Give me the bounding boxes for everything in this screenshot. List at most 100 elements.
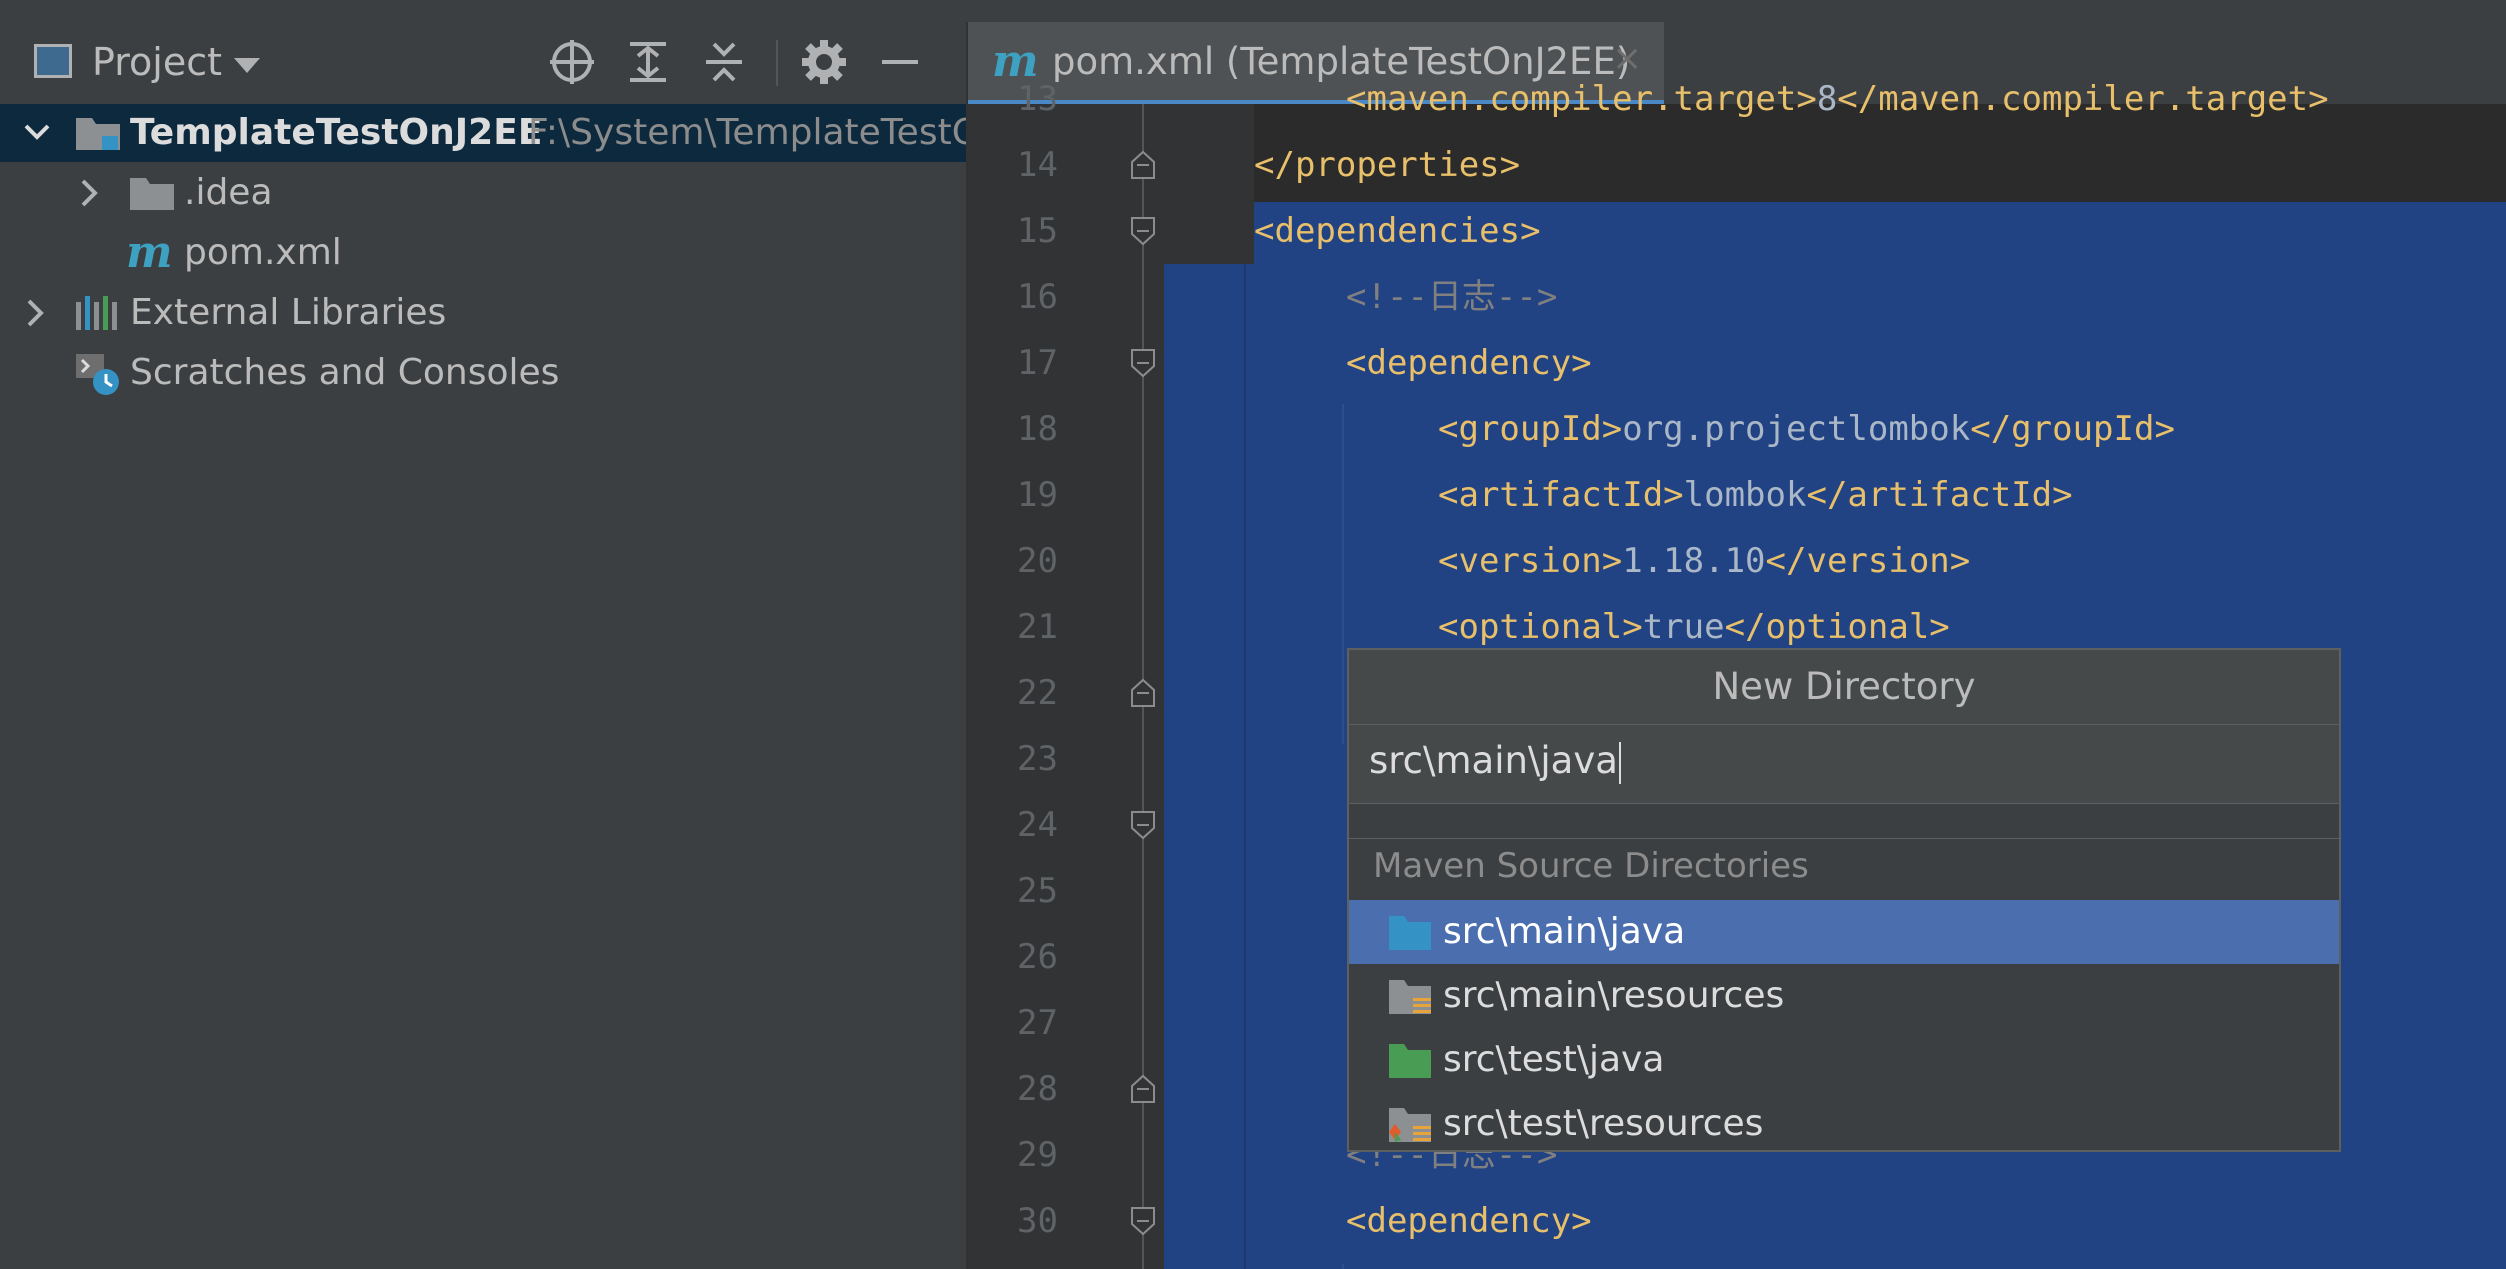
tree-item-label: pom.xml bbox=[184, 232, 342, 273]
xml-text: true bbox=[1642, 607, 1725, 647]
tree-item-label: External Libraries bbox=[130, 292, 447, 333]
line-number: 15 bbox=[1017, 211, 1058, 251]
editor-margin bbox=[1164, 104, 1254, 264]
code-line: <dependency> bbox=[1346, 330, 2506, 396]
code-line: <groupId>org.projectlombok</groupId> bbox=[1438, 396, 2506, 462]
popup-title: New Directory bbox=[1349, 650, 2339, 725]
line-number: 25 bbox=[1017, 871, 1058, 911]
gear-icon[interactable] bbox=[800, 38, 848, 86]
suggestion-src-test-resources[interactable]: src\test\resources bbox=[1349, 1092, 2339, 1156]
fold-marker-icon[interactable] bbox=[1130, 1074, 1156, 1104]
fold-marker-icon[interactable] bbox=[1130, 216, 1156, 246]
libraries-icon bbox=[76, 296, 117, 330]
line-number: 14 bbox=[1017, 145, 1058, 185]
code-line: <maven.compiler.target>8</maven.compiler… bbox=[1346, 66, 2506, 132]
line-number: 18 bbox=[1017, 409, 1058, 449]
code-line: <dependencies> bbox=[1254, 198, 2506, 264]
line-number: 28 bbox=[1017, 1069, 1058, 1109]
tree-item-scratches[interactable]: Scratches and Consoles bbox=[0, 344, 966, 402]
suggestion-src-main-java[interactable]: src\main\java bbox=[1349, 900, 2339, 964]
fold-marker-icon[interactable] bbox=[1130, 810, 1156, 840]
text-caret bbox=[1618, 741, 1621, 784]
fold-marker-icon[interactable] bbox=[1130, 348, 1156, 378]
fold-marker-icon[interactable] bbox=[1130, 150, 1156, 180]
xml-tag: <groupId> bbox=[1438, 409, 1623, 449]
code-line: <artifactId>lombok</artifactId> bbox=[1438, 462, 2506, 528]
suggestion-label: src\main\resources bbox=[1443, 975, 1785, 1016]
xml-tag: <maven.compiler.target> bbox=[1346, 79, 1817, 119]
xml-tag: </artifactId> bbox=[1806, 475, 2073, 515]
suggestion-label: src\main\java bbox=[1443, 911, 1686, 952]
locate-file-icon[interactable] bbox=[548, 38, 596, 86]
xml-text: 8 bbox=[1816, 79, 1838, 119]
tree-item-pom[interactable]: m pom.xml bbox=[0, 224, 966, 282]
fold-marker-icon[interactable] bbox=[1130, 678, 1156, 708]
line-number: 27 bbox=[1017, 1003, 1058, 1043]
test-resources-folder-icon bbox=[1389, 1108, 1431, 1142]
directory-name-input[interactable]: src\main\java bbox=[1349, 724, 2339, 804]
code-comment: <!--日志--> bbox=[1346, 277, 1558, 317]
tree-item-path: F:\System\TemplateTestC bbox=[528, 112, 966, 153]
tree-item-label: Scratches and Consoles bbox=[130, 352, 560, 393]
line-number: 21 bbox=[1017, 607, 1058, 647]
xml-text: org.projectlombok bbox=[1622, 409, 1971, 449]
suggestion-src-main-resources[interactable]: src\main\resources bbox=[1349, 964, 2339, 1028]
xml-text: lombok bbox=[1683, 475, 1807, 515]
project-tool-window: Project TemplateTestOnJ2EE F:\System\Tem… bbox=[0, 22, 968, 1269]
new-directory-popup: New Directory src\main\java Maven Source… bbox=[1347, 648, 2341, 1152]
project-view-title[interactable]: Project bbox=[92, 40, 222, 84]
code-line: <version>1.18.10</version> bbox=[1438, 528, 2506, 594]
code-line: <!--日志--> bbox=[1346, 264, 2506, 330]
project-window-icon bbox=[34, 44, 72, 78]
tree-item-external-libraries[interactable]: External Libraries bbox=[0, 284, 966, 342]
collapse-all-icon[interactable] bbox=[700, 38, 748, 86]
chevron-down-icon[interactable] bbox=[22, 104, 52, 162]
view-dropdown-icon[interactable] bbox=[234, 58, 260, 73]
indent-guide bbox=[1342, 1264, 1344, 1269]
suggestion-label: src\test\resources bbox=[1443, 1103, 1764, 1144]
xml-tag: </optional> bbox=[1724, 607, 1950, 647]
folder-icon bbox=[130, 178, 174, 210]
chevron-right-icon[interactable] bbox=[74, 164, 104, 222]
maven-icon: m bbox=[126, 227, 173, 278]
suggestion-label: src\test\java bbox=[1443, 1039, 1665, 1080]
xml-tag: <dependency> bbox=[1346, 343, 1592, 383]
code-line: <dependency> bbox=[1346, 1188, 2506, 1254]
expand-all-icon[interactable] bbox=[624, 38, 672, 86]
toolbar-divider bbox=[776, 40, 778, 86]
top-strip bbox=[0, 0, 2506, 23]
tree-item-label: TemplateTestOnJ2EE bbox=[130, 112, 543, 153]
resources-folder-icon bbox=[1389, 980, 1431, 1014]
code-line: </properties> bbox=[1254, 132, 2506, 198]
line-number: 30 bbox=[1017, 1201, 1058, 1241]
line-number: 16 bbox=[1017, 277, 1058, 317]
line-number: 13 bbox=[1017, 79, 1058, 119]
xml-tag: </version> bbox=[1765, 541, 1971, 581]
test-folder-icon bbox=[1389, 1044, 1431, 1078]
suggestion-group-label: Maven Source Directories bbox=[1373, 846, 1809, 886]
line-number: 17 bbox=[1017, 343, 1058, 383]
line-number: 20 bbox=[1017, 541, 1058, 581]
tree-item-idea[interactable]: .idea bbox=[0, 164, 966, 222]
module-folder-icon bbox=[76, 118, 120, 150]
xml-tag: </properties> bbox=[1254, 145, 1521, 185]
xml-tag: <artifactId> bbox=[1438, 475, 1684, 515]
line-number: 24 bbox=[1017, 805, 1058, 845]
chevron-right-icon[interactable] bbox=[20, 284, 50, 342]
popup-separator bbox=[1349, 804, 2339, 839]
line-number: 29 bbox=[1017, 1135, 1058, 1175]
xml-tag: <dependency> bbox=[1346, 1201, 1592, 1241]
xml-text: 1.18.10 bbox=[1622, 541, 1766, 581]
line-number: 22 bbox=[1017, 673, 1058, 713]
selection-margin bbox=[1164, 264, 1254, 1269]
suggestion-src-test-java[interactable]: src\test\java bbox=[1349, 1028, 2339, 1092]
xml-tag: <optional> bbox=[1438, 607, 1643, 647]
source-folder-icon bbox=[1389, 916, 1431, 950]
minimize-icon[interactable] bbox=[876, 38, 924, 86]
fold-marker-icon[interactable] bbox=[1130, 1206, 1156, 1236]
directory-name-value: src\main\java bbox=[1369, 739, 1618, 782]
xml-tag: </groupId> bbox=[1970, 409, 2175, 449]
xml-tag: <version> bbox=[1438, 541, 1623, 581]
tree-item-project-root[interactable]: TemplateTestOnJ2EE F:\System\TemplateTes… bbox=[0, 104, 966, 162]
line-number: 19 bbox=[1017, 475, 1058, 515]
